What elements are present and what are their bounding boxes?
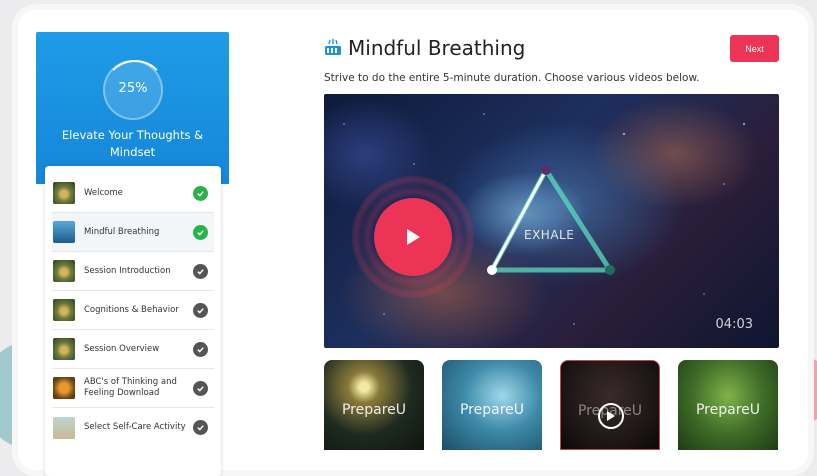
page-subtitle: Strive to do the entire 5-minute duratio… xyxy=(324,72,700,84)
ocean-thumb xyxy=(53,221,75,243)
butterfly-thumb xyxy=(53,338,75,360)
play-icon xyxy=(407,229,420,245)
video-card-3[interactable]: PrepareU xyxy=(560,360,660,450)
video-card-1[interactable]: PrepareU xyxy=(324,360,424,450)
lesson-label: Mindful Breathing xyxy=(84,226,160,237)
lesson-list: Welcome Mindful Breathing Session Introd… xyxy=(45,166,221,476)
butterfly-thumb xyxy=(53,260,75,282)
lesson-label: Session Introduction xyxy=(84,265,171,276)
check-incomplete-icon xyxy=(193,303,208,318)
card-brand: PrepareU xyxy=(341,402,407,418)
lesson-item-welcome[interactable]: Welcome xyxy=(52,174,214,213)
check-complete-icon xyxy=(193,225,208,240)
butterfly-thumb xyxy=(53,299,75,321)
course-title: Elevate Your Thoughts & Mindset xyxy=(61,128,204,159)
lesson-label: Welcome xyxy=(84,187,123,198)
beach-thumb xyxy=(53,416,75,439)
card-play-icon[interactable] xyxy=(598,403,624,429)
video-carousel: PrepareU PrepareU PrepareU PrepareU xyxy=(324,360,779,450)
check-incomplete-icon xyxy=(193,381,208,396)
breathing-icon xyxy=(325,39,341,55)
exhale-label: EXHALE xyxy=(524,228,575,242)
video-card-2[interactable]: PrepareU xyxy=(442,360,542,450)
lesson-item-abcs-download[interactable]: ABC's of Thinking and Feeling Download xyxy=(52,369,214,408)
lesson-item-session-overview[interactable]: Session Overview xyxy=(52,330,214,369)
video-duration: 04:03 xyxy=(715,317,753,332)
course-sidebar: 25% Elevate Your Thoughts & Mindset Welc… xyxy=(36,32,229,476)
page-title: Mindful Breathing xyxy=(348,36,526,60)
card-brand: PrepareU xyxy=(459,402,525,418)
sidebar-header: 25% Elevate Your Thoughts & Mindset xyxy=(36,32,229,184)
lesson-label: Cognitions & Behavior xyxy=(84,304,179,315)
lesson-label: ABC's of Thinking and Feeling Download xyxy=(84,377,177,398)
lesson-label: Session Overview xyxy=(84,343,160,354)
video-card-4[interactable]: PrepareU xyxy=(678,360,778,450)
play-button[interactable] xyxy=(374,198,452,276)
check-incomplete-icon xyxy=(193,264,208,279)
check-incomplete-icon xyxy=(193,420,208,435)
check-complete-icon xyxy=(193,186,208,201)
lesson-item-cognitions-behavior[interactable]: Cognitions & Behavior xyxy=(52,291,214,330)
progress-percent: 25% xyxy=(118,81,148,96)
video-player[interactable]: EXHALE 04:03 xyxy=(324,94,779,348)
lesson-item-mindful-breathing[interactable]: Mindful Breathing xyxy=(52,213,214,252)
lesson-label: Select Self-Care Activity xyxy=(84,422,186,432)
monarch-thumb xyxy=(53,377,75,399)
progress-ring: 25% xyxy=(103,60,163,120)
next-button[interactable]: Next xyxy=(730,35,779,62)
check-incomplete-icon xyxy=(193,342,208,357)
lesson-item-session-introduction[interactable]: Session Introduction xyxy=(52,252,214,291)
butterfly-thumb xyxy=(53,182,75,204)
card-brand: PrepareU xyxy=(695,402,761,418)
play-pulse-rings xyxy=(352,176,474,298)
lesson-item-self-care[interactable]: Select Self-Care Activity xyxy=(52,408,214,447)
